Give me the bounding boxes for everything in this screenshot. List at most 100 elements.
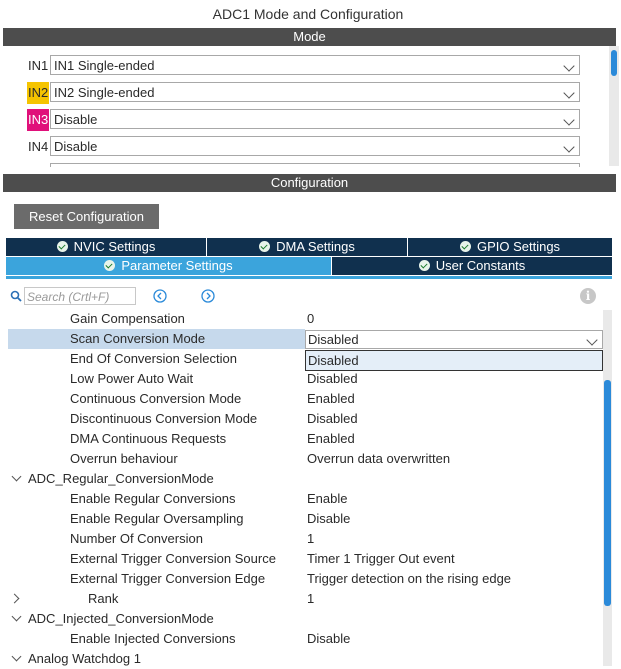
- tab-gpio-settings-label: GPIO Settings: [476, 239, 561, 254]
- in3-label: IN3: [27, 109, 50, 131]
- chevron-down-icon[interactable]: [11, 471, 22, 482]
- chevron-down-icon: [563, 60, 575, 72]
- chevron-down-icon: [563, 87, 575, 99]
- param-rank[interactable]: Rank 1: [8, 589, 602, 609]
- chevron-down-icon[interactable]: [11, 651, 22, 662]
- mode-row-partial: [50, 163, 580, 167]
- param-gain-compensation[interactable]: Gain Compensation 0: [8, 309, 602, 329]
- param-value: Timer 1 Trigger Out event: [307, 551, 455, 566]
- param-name: DMA Continuous Requests: [70, 431, 227, 446]
- in3-select-value: Disable: [54, 112, 98, 127]
- param-scan-conversion-mode[interactable]: Scan Conversion Mode: [8, 329, 305, 349]
- tab-parameter-settings[interactable]: Parameter Settings: [6, 257, 332, 275]
- param-name: Scan Conversion Mode: [70, 331, 206, 346]
- in1-label: IN1: [28, 58, 49, 73]
- param-name: External Trigger Conversion Source: [70, 551, 276, 566]
- mode-section-header: Mode: [3, 28, 616, 46]
- tab-nvic-settings-label: NVIC Settings: [73, 239, 156, 254]
- next-match-icon[interactable]: [201, 289, 215, 303]
- param-number-of-conversion[interactable]: Number Of Conversion 1: [8, 529, 602, 549]
- scan-conversion-mode-select-value: Disabled: [308, 332, 359, 347]
- mode-scrollbar[interactable]: [609, 46, 619, 166]
- chevron-down-icon: [586, 334, 598, 346]
- param-value: Enable: [307, 491, 348, 506]
- param-enable-regular-oversampling[interactable]: Enable Regular Oversampling Disable: [8, 509, 602, 529]
- tab-dma-settings[interactable]: DMA Settings: [207, 238, 408, 256]
- search-input[interactable]: Search (Crtl+F): [24, 287, 136, 305]
- param-dma-continuous-requests[interactable]: DMA Continuous Requests Enabled: [8, 429, 602, 449]
- param-external-trigger-source[interactable]: External Trigger Conversion Source Timer…: [8, 549, 602, 569]
- mode-scrollbar-thumb[interactable]: [611, 50, 617, 76]
- param-name: Enable Regular Oversampling: [70, 511, 244, 526]
- tab-user-constants[interactable]: User Constants: [332, 257, 612, 275]
- param-name: Enable Injected Conversions: [70, 631, 236, 646]
- in1-select-value: IN1 Single-ended: [54, 58, 155, 73]
- previous-match-icon[interactable]: [153, 289, 167, 303]
- param-name: End Of Conversion Selection: [70, 351, 237, 366]
- param-low-power-auto-wait[interactable]: Low Power Auto Wait Disabled: [8, 369, 602, 389]
- reset-configuration-button[interactable]: Reset Configuration: [14, 204, 159, 229]
- scan-conversion-mode-select[interactable]: Disabled: [305, 330, 603, 349]
- param-value: 1: [307, 531, 315, 546]
- param-value: Disable: [307, 511, 351, 526]
- check-circle-icon: [418, 260, 430, 271]
- in2-select[interactable]: IN2 Single-ended: [50, 82, 580, 102]
- chevron-down-icon: [563, 141, 575, 153]
- check-circle-icon: [259, 241, 271, 252]
- param-value: Enabled: [307, 431, 355, 446]
- info-icon[interactable]: i: [580, 288, 596, 304]
- in4-select-value: Disable: [54, 139, 98, 154]
- param-name: Rank: [88, 591, 119, 606]
- window-title: ADC1 Mode and Configuration: [212, 6, 404, 22]
- param-name: Discontinuous Conversion Mode: [70, 411, 258, 426]
- param-overrun-behaviour[interactable]: Overrun behaviour Overrun data overwritt…: [8, 449, 602, 469]
- param-continuous-conversion-mode[interactable]: Continuous Conversion Mode Enabled: [8, 389, 602, 409]
- tab-user-constants-label: User Constants: [435, 258, 526, 273]
- param-discontinuous-conversion-mode[interactable]: Discontinuous Conversion Mode Disabled: [8, 409, 602, 429]
- search-icon: [10, 290, 22, 302]
- param-name: Gain Compensation: [70, 311, 185, 326]
- chevron-down-icon[interactable]: [11, 611, 22, 622]
- param-enable-injected-conversions[interactable]: Enable Injected Conversions Disable: [8, 629, 602, 649]
- param-name: External Trigger Conversion Edge: [70, 571, 266, 586]
- check-circle-icon: [459, 241, 471, 252]
- group-name: Analog Watchdog 1: [28, 651, 141, 666]
- group-analog-watchdog-1[interactable]: Analog Watchdog 1: [8, 649, 602, 669]
- group-name: ADC_Injected_ConversionMode: [28, 611, 214, 626]
- param-value: 1: [307, 591, 315, 606]
- in2-label: IN2: [27, 82, 50, 104]
- tab-nvic-settings[interactable]: NVIC Settings: [6, 238, 207, 256]
- param-name: Overrun behaviour: [70, 451, 178, 466]
- param-enable-regular-conversions[interactable]: Enable Regular Conversions Enable: [8, 489, 602, 509]
- check-circle-icon: [56, 241, 68, 252]
- tab-gpio-settings[interactable]: GPIO Settings: [408, 238, 612, 256]
- group-regular-conversion-mode[interactable]: ADC_Regular_ConversionMode: [8, 469, 602, 489]
- group-name: ADC_Regular_ConversionMode: [28, 471, 214, 486]
- param-name: Low Power Auto Wait: [70, 371, 194, 386]
- tab-parameter-settings-label: Parameter Settings: [121, 258, 233, 273]
- in1-select[interactable]: IN1 Single-ended: [50, 55, 580, 75]
- dropdown-option-disabled[interactable]: Disabled: [305, 350, 603, 371]
- param-value: Overrun data overwritten: [307, 451, 451, 466]
- param-value: Trigger detection on the rising edge: [307, 571, 512, 586]
- tab-dma-settings-label: DMA Settings: [276, 239, 355, 254]
- active-tab-underline: [6, 276, 612, 279]
- in4-select[interactable]: Disable: [50, 136, 580, 156]
- param-name: Number Of Conversion: [70, 531, 203, 546]
- in2-select-value: IN2 Single-ended: [54, 85, 155, 100]
- check-circle-icon: [104, 260, 116, 271]
- param-end-of-conversion-selection[interactable]: End Of Conversion Selection: [8, 349, 305, 369]
- param-name: Continuous Conversion Mode: [70, 391, 242, 406]
- in4-label: IN4: [28, 139, 49, 154]
- param-value: Enabled: [307, 391, 355, 406]
- parameters-scrollbar[interactable]: [603, 310, 612, 666]
- param-external-trigger-edge[interactable]: External Trigger Conversion Edge Trigger…: [8, 569, 602, 589]
- param-value: Disabled: [307, 371, 358, 386]
- parameters-scrollbar-thumb[interactable]: [604, 380, 611, 606]
- in3-select[interactable]: Disable: [50, 109, 580, 129]
- group-injected-conversion-mode[interactable]: ADC_Injected_ConversionMode: [8, 609, 602, 629]
- configuration-section-header: Configuration: [3, 174, 616, 192]
- chevron-right-icon[interactable]: [9, 593, 20, 604]
- param-name: Enable Regular Conversions: [70, 491, 236, 506]
- param-value: Disabled: [307, 411, 358, 426]
